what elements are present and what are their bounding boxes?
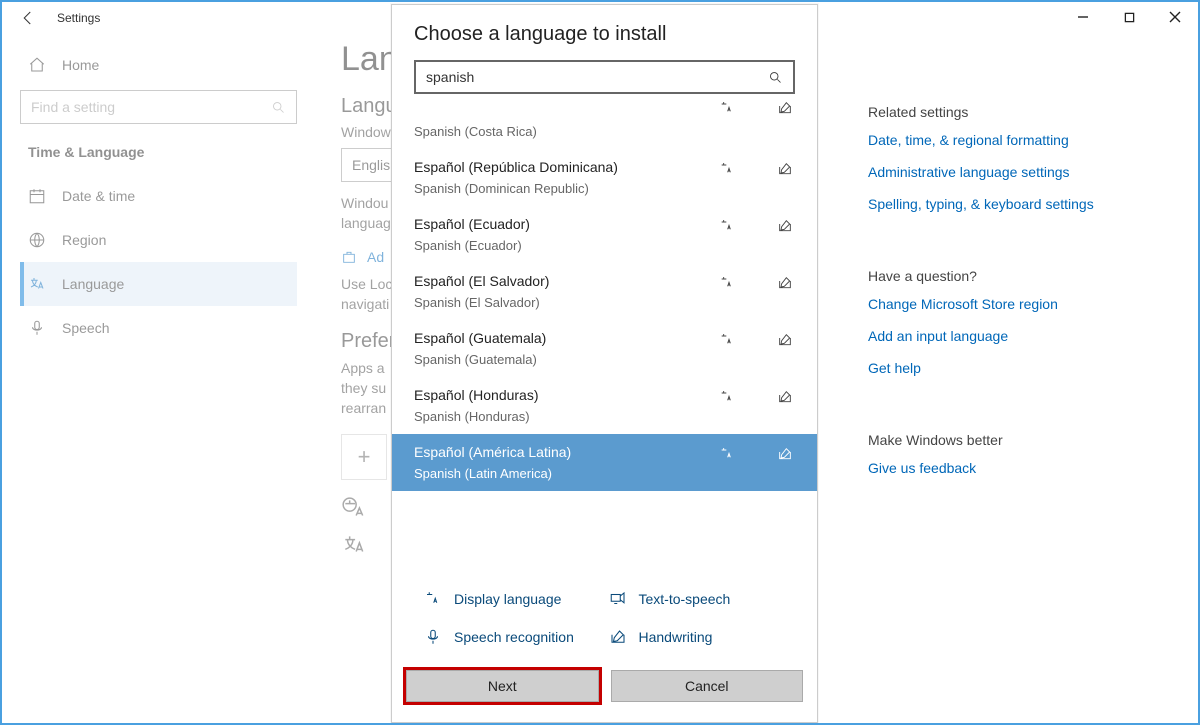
link-change-store-region[interactable]: Change Microsoft Store region bbox=[868, 296, 1168, 312]
display-language-icon bbox=[341, 496, 367, 522]
question-header: Have a question? bbox=[868, 268, 1168, 284]
tts-icon bbox=[719, 446, 735, 462]
window-title: Settings bbox=[57, 11, 100, 25]
link-date-time-regional[interactable]: Date, time, & regional formatting bbox=[868, 132, 1168, 148]
language-item[interactable]: Español (Ecuador) Spanish (Ecuador) bbox=[392, 206, 817, 263]
search-icon bbox=[271, 100, 286, 115]
globe-icon bbox=[28, 231, 46, 249]
language-item[interactable]: Español (República Dominicana) Spanish (… bbox=[392, 149, 817, 206]
microphone-icon bbox=[424, 628, 442, 646]
link-admin-language[interactable]: Administrative language settings bbox=[868, 164, 1168, 180]
link-get-help[interactable]: Get help bbox=[868, 360, 1168, 376]
feature-label: Text-to-speech bbox=[639, 591, 731, 607]
language-item-selected[interactable]: Español (América Latina) Spanish (Latin … bbox=[392, 434, 817, 491]
language-english: Spanish (Costa Rica) bbox=[414, 124, 795, 139]
display-language-icon bbox=[424, 590, 442, 608]
feedback-header: Make Windows better bbox=[868, 432, 1168, 448]
language-english: Spanish (Guatemala) bbox=[414, 352, 795, 367]
microphone-icon bbox=[28, 319, 46, 337]
link-spelling-typing[interactable]: Spelling, typing, & keyboard settings bbox=[868, 196, 1168, 212]
sidebar-item-region[interactable]: Region bbox=[20, 218, 297, 262]
link-give-feedback[interactable]: Give us feedback bbox=[868, 460, 1168, 476]
tts-icon bbox=[719, 389, 735, 405]
handwriting-icon bbox=[777, 389, 793, 405]
minimize-button[interactable] bbox=[1060, 2, 1106, 32]
sidebar-item-label: Speech bbox=[62, 320, 109, 336]
feature-label: Display language bbox=[454, 591, 561, 607]
handwriting-icon bbox=[777, 332, 793, 348]
feature-label: Speech recognition bbox=[454, 629, 574, 645]
sidebar-item-date-time[interactable]: Date & time bbox=[20, 174, 297, 218]
language-item[interactable]: Español (Honduras) Spanish (Honduras) bbox=[392, 377, 817, 434]
handwriting-icon bbox=[777, 161, 793, 177]
addlink-label: Ad bbox=[367, 249, 384, 265]
feature-display-language: Display language bbox=[424, 590, 601, 608]
handwriting-icon bbox=[777, 102, 793, 116]
back-button[interactable] bbox=[8, 6, 48, 30]
language-item[interactable]: Español (El Salvador) Spanish (El Salvad… bbox=[392, 263, 817, 320]
tts-icon bbox=[719, 218, 735, 234]
search-value: spanish bbox=[426, 69, 474, 85]
language-list[interactable]: . Spanish (Costa Rica) Español (Repúblic… bbox=[392, 102, 817, 576]
search-icon bbox=[768, 70, 783, 85]
language-english: Spanish (Latin America) bbox=[414, 466, 795, 481]
store-icon bbox=[341, 249, 357, 265]
add-language-tile[interactable]: + bbox=[341, 434, 387, 480]
link-add-input-language[interactable]: Add an input language bbox=[868, 328, 1168, 344]
search-placeholder: Find a setting bbox=[31, 99, 115, 115]
handwriting-icon bbox=[777, 446, 793, 462]
language-icon bbox=[28, 275, 46, 293]
feature-handwriting: Handwriting bbox=[609, 628, 786, 646]
language-english: Spanish (El Salvador) bbox=[414, 295, 795, 310]
language-english: Spanish (Honduras) bbox=[414, 409, 795, 424]
sidebar-item-language[interactable]: Language bbox=[20, 262, 297, 306]
maximize-button[interactable] bbox=[1106, 2, 1152, 32]
sidebar-item-label: Date & time bbox=[62, 188, 135, 204]
language-item[interactable]: Español (Guatemala) Spanish (Guatemala) bbox=[392, 320, 817, 377]
dialog-title: Choose a language to install bbox=[392, 5, 817, 60]
sidebar-item-label: Language bbox=[62, 276, 124, 292]
tts-icon bbox=[719, 332, 735, 348]
tts-icon bbox=[719, 161, 735, 177]
feature-speech-recognition: Speech recognition bbox=[424, 628, 601, 646]
feature-label: Handwriting bbox=[639, 629, 713, 645]
calendar-icon bbox=[28, 187, 46, 205]
handwriting-icon bbox=[609, 628, 627, 646]
language-english: Spanish (Ecuador) bbox=[414, 238, 795, 253]
related-settings-header: Related settings bbox=[868, 104, 1168, 120]
select-value: Englis bbox=[352, 157, 390, 173]
tts-icon bbox=[719, 275, 735, 291]
sidebar-home-label: Home bbox=[62, 57, 99, 73]
language-item[interactable]: . Spanish (Costa Rica) bbox=[392, 102, 817, 149]
cancel-button[interactable]: Cancel bbox=[611, 670, 804, 702]
tts-icon bbox=[609, 590, 627, 608]
feature-text-to-speech: Text-to-speech bbox=[609, 590, 786, 608]
tts-icon bbox=[719, 102, 735, 116]
close-button[interactable] bbox=[1152, 2, 1198, 32]
home-icon bbox=[28, 56, 46, 74]
sidebar-item-speech[interactable]: Speech bbox=[20, 306, 297, 350]
choose-language-dialog: Choose a language to install spanish . S… bbox=[391, 4, 818, 723]
sidebar-item-label: Region bbox=[62, 232, 106, 248]
next-button[interactable]: Next bbox=[406, 670, 599, 702]
language-english: Spanish (Dominican Republic) bbox=[414, 181, 795, 196]
sidebar-group: Time & Language bbox=[20, 136, 297, 174]
sidebar-home[interactable]: Home bbox=[20, 44, 297, 86]
handwriting-icon bbox=[777, 218, 793, 234]
find-setting-input[interactable]: Find a setting bbox=[20, 90, 297, 124]
handwriting-icon bbox=[777, 275, 793, 291]
display-language-icon bbox=[341, 532, 367, 558]
language-search-input[interactable]: spanish bbox=[414, 60, 795, 94]
